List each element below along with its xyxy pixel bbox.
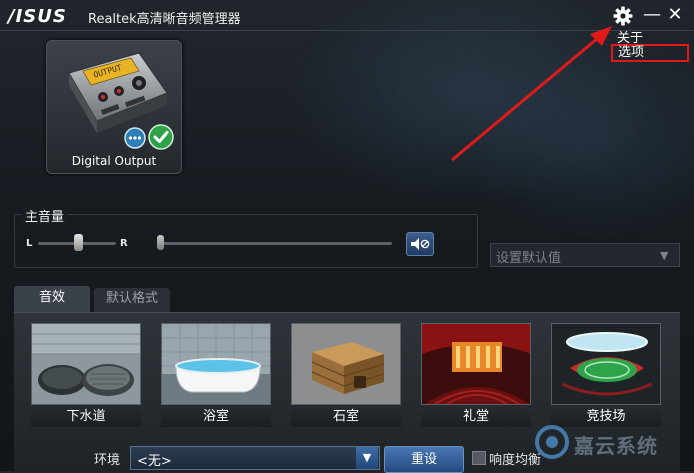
- loudness-equalization-checkbox[interactable]: [472, 451, 486, 465]
- mute-button[interactable]: [406, 232, 434, 256]
- gear-icon[interactable]: [612, 5, 634, 27]
- chevron-down-icon[interactable]: ▼: [356, 447, 378, 469]
- speaker-mute-icon: [411, 238, 430, 250]
- close-button[interactable]: ✕: [666, 4, 684, 26]
- environment-label: 浴室: [161, 407, 271, 427]
- volume-slider-track[interactable]: [158, 242, 392, 245]
- menu-item-options[interactable]: 选项: [611, 44, 689, 62]
- app-title: Realtek高清晰音频管理器: [88, 12, 241, 27]
- environment-label: 下水道: [31, 407, 141, 427]
- environment-label: 石室: [291, 407, 401, 427]
- environment-stone-room[interactable]: 石室: [291, 323, 401, 427]
- environment-sewer[interactable]: 下水道: [31, 323, 141, 427]
- checkmark-icon: [148, 124, 174, 150]
- stone-room-thumbnail: [291, 323, 401, 405]
- watermark-logo: [535, 425, 569, 459]
- volume-slider-thumb[interactable]: [157, 235, 164, 250]
- reset-button[interactable]: 重设: [384, 446, 464, 473]
- chevron-down-icon: ▼: [660, 249, 669, 262]
- device-label: Digital Output: [71, 154, 157, 168]
- minimize-button[interactable]: —: [643, 4, 661, 26]
- balance-left-label: L: [26, 238, 33, 249]
- watermark-text: 嘉云系统: [574, 434, 658, 458]
- tab-default-format[interactable]: 默认格式: [94, 288, 170, 312]
- environment-label: 礼堂: [421, 407, 531, 427]
- tab-sound-effects[interactable]: 音效: [14, 286, 90, 312]
- environment-auditorium[interactable]: 礼堂: [421, 323, 531, 427]
- bathroom-thumbnail: [161, 323, 271, 405]
- environment-select-value: <无>: [137, 454, 172, 469]
- master-volume-title: 主音量: [22, 206, 68, 225]
- set-default-select-label: 设置默认值: [496, 251, 562, 266]
- environment-bathroom[interactable]: 浴室: [161, 323, 271, 427]
- balance-slider-thumb[interactable]: [74, 234, 83, 251]
- asus-logo: /ISUS: [8, 6, 67, 27]
- arena-thumbnail: [551, 323, 661, 405]
- balance-right-label: R: [120, 238, 128, 249]
- environment-row-label: 环境: [94, 453, 121, 468]
- environment-arena[interactable]: 竞技场: [551, 323, 661, 427]
- sewer-thumbnail: [31, 323, 141, 405]
- title-divider: [0, 30, 694, 31]
- chat-bubble-icon: [124, 127, 146, 149]
- auditorium-thumbnail: [421, 323, 531, 405]
